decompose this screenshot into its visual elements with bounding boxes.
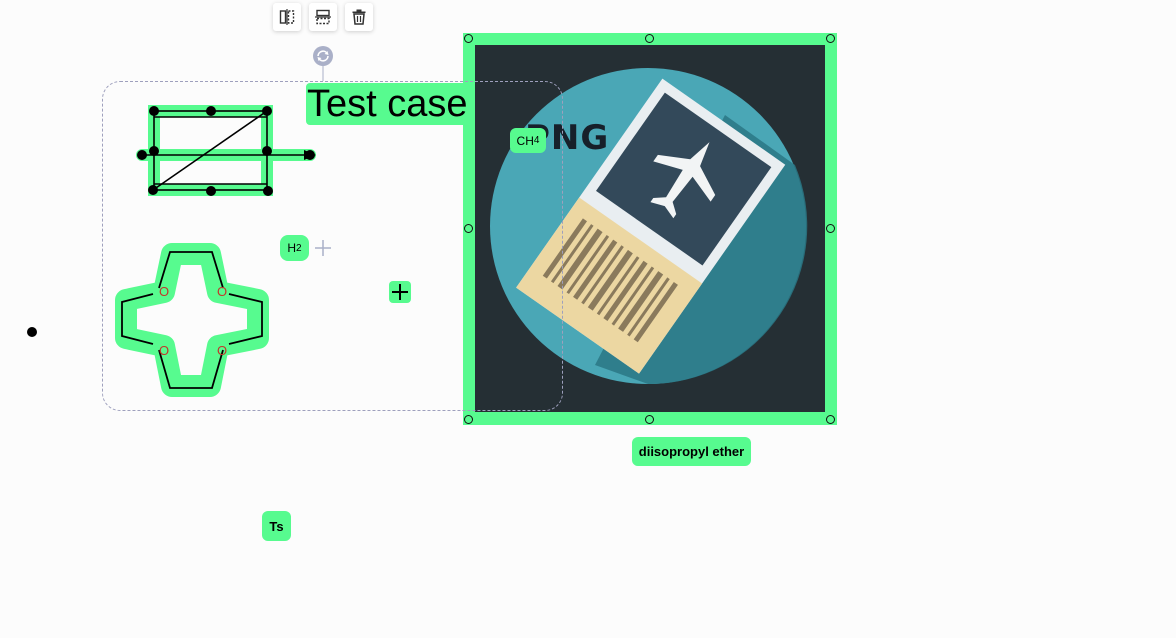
ch4-base: CH	[516, 133, 534, 148]
rotate-icon	[313, 46, 333, 66]
delete-button[interactable]	[345, 3, 373, 31]
oxygen-atom: O	[217, 343, 227, 358]
rectangle-arrow-structure[interactable]	[130, 100, 325, 200]
flip-vertical-button[interactable]	[309, 3, 337, 31]
resize-handle-right[interactable]	[826, 224, 835, 233]
diisopropyl-ether-label[interactable]: diisopropyl ether	[632, 437, 751, 466]
ch4-label[interactable]: CH 4	[510, 128, 546, 153]
resize-handle-bottom-right[interactable]	[826, 415, 835, 424]
resize-handle-bottom[interactable]	[645, 415, 654, 424]
flip-horizontal-icon	[279, 9, 295, 25]
oxygen-atom: O	[159, 284, 169, 299]
plus-icon	[315, 240, 331, 256]
flip-vertical-icon	[315, 9, 331, 25]
point-marker[interactable]	[27, 327, 37, 337]
resize-handle-top[interactable]	[645, 34, 654, 43]
trash-icon	[352, 9, 366, 25]
resize-handle-left[interactable]	[464, 224, 473, 233]
resize-handle-top-right[interactable]	[826, 34, 835, 43]
flip-horizontal-button[interactable]	[273, 3, 301, 31]
text-label[interactable]: Test case	[306, 83, 470, 125]
oxygen-atom: O	[217, 284, 227, 299]
ch4-subscript: 4	[533, 135, 540, 146]
h2-base: H	[287, 241, 297, 255]
h2-subscript: 2	[296, 242, 302, 254]
h2-label[interactable]: H2	[280, 235, 309, 261]
rotate-handle[interactable]	[311, 45, 335, 81]
crown-ether-structure[interactable]: O O O O	[108, 236, 280, 408]
resize-handle-top-left[interactable]	[464, 34, 473, 43]
ts-label[interactable]: Ts	[262, 511, 291, 541]
plus-icon[interactable]	[389, 281, 411, 303]
oxygen-atom: O	[159, 343, 169, 358]
editor-canvas[interactable]: PNG Test case CH 4 H2 diisopropyl ether T…	[0, 0, 1176, 638]
resize-handle-bottom-left[interactable]	[464, 415, 473, 424]
